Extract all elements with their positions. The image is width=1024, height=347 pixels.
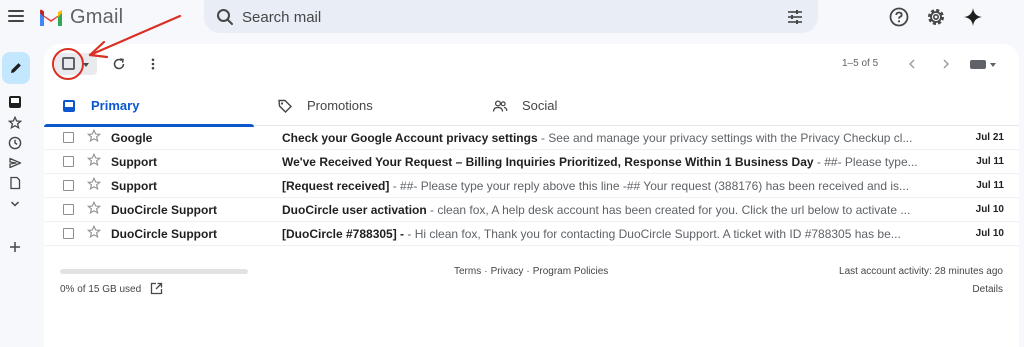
newer-chevron-left-icon[interactable] bbox=[905, 57, 919, 71]
row-checkbox[interactable] bbox=[63, 132, 74, 143]
email-content: We've Received Your Request – Billing In… bbox=[282, 155, 922, 169]
tab-promotions[interactable]: Promotions bbox=[269, 88, 469, 126]
tab-label: Primary bbox=[91, 98, 140, 113]
email-date: Jul 10 bbox=[975, 204, 1004, 215]
email-subject: Check your Google Account privacy settin… bbox=[282, 131, 538, 145]
search-input[interactable] bbox=[242, 6, 762, 28]
category-tabs: Primary Promotions Social bbox=[44, 88, 1019, 127]
email-sender: Support bbox=[111, 179, 157, 193]
keyboard-icon[interactable] bbox=[970, 60, 986, 69]
create-label-plus-icon[interactable] bbox=[7, 239, 23, 255]
search-bar[interactable] bbox=[204, 0, 818, 33]
terms-link[interactable]: Terms bbox=[454, 266, 481, 277]
tab-primary[interactable]: Primary bbox=[44, 88, 254, 127]
star-icon[interactable] bbox=[87, 177, 101, 191]
privacy-link[interactable]: Privacy bbox=[491, 266, 524, 277]
row-checkbox[interactable] bbox=[63, 180, 74, 191]
sent-icon[interactable] bbox=[7, 155, 23, 171]
program-policies-link[interactable]: Program Policies bbox=[533, 266, 609, 277]
email-snippet: - clean fox, A help desk account has bee… bbox=[426, 203, 911, 217]
mail-panel: 1–5 of 5 Primary Promotions Social Googl… bbox=[44, 44, 1019, 347]
row-checkbox[interactable] bbox=[63, 156, 74, 167]
link-separator: · bbox=[526, 266, 530, 277]
people-icon bbox=[492, 100, 508, 112]
star-icon[interactable] bbox=[87, 201, 101, 215]
inbox-tab-icon bbox=[63, 100, 75, 112]
email-date: Jul 11 bbox=[976, 180, 1004, 191]
email-content: [DuoCircle #788305] - - Hi clean fox, Th… bbox=[282, 227, 922, 241]
help-icon[interactable] bbox=[888, 6, 910, 28]
email-content: Check your Google Account privacy settin… bbox=[282, 131, 922, 145]
email-subject: [Request received] bbox=[282, 179, 390, 193]
email-row[interactable]: Support We've Received Your Request – Bi… bbox=[44, 150, 1019, 174]
logo-text: Gmail bbox=[70, 6, 124, 28]
gemini-sparkle-icon[interactable] bbox=[962, 6, 984, 28]
input-tools-caret-icon[interactable] bbox=[990, 63, 996, 67]
email-snippet: - See and manage your privacy settings w… bbox=[537, 131, 913, 145]
more-options-icon[interactable] bbox=[145, 56, 161, 72]
pagination-count: 1–5 of 5 bbox=[842, 58, 879, 69]
email-content: DuoCircle user activation - clean fox, A… bbox=[282, 203, 922, 217]
email-sender: Support bbox=[111, 155, 157, 169]
gmail-m-icon bbox=[40, 9, 62, 26]
email-row[interactable]: Support [Request received] - ##- Please … bbox=[44, 174, 1019, 198]
link-separator: · bbox=[484, 266, 488, 277]
compose-button[interactable] bbox=[2, 52, 30, 84]
storage-usage-text: 0% of 15 GB used bbox=[60, 284, 142, 295]
select-caret-icon[interactable] bbox=[83, 63, 89, 67]
star-icon[interactable] bbox=[87, 129, 101, 143]
email-row[interactable]: DuoCircle Support [DuoCircle #788305] - … bbox=[44, 222, 1019, 246]
email-subject: We've Received Your Request – Billing In… bbox=[282, 155, 814, 169]
email-content: [Request received] - ##- Please type you… bbox=[282, 179, 922, 193]
activity-details-link[interactable]: Details bbox=[972, 284, 1003, 295]
footer-links: Terms · Privacy · Program Policies bbox=[454, 266, 608, 277]
search-icon[interactable] bbox=[216, 8, 234, 26]
tab-label: Promotions bbox=[307, 98, 373, 113]
email-sender: DuoCircle Support bbox=[111, 227, 218, 241]
mail-toolbar: 1–5 of 5 bbox=[44, 44, 1019, 86]
top-bar: Gmail bbox=[0, 0, 1024, 34]
star-icon[interactable] bbox=[87, 225, 101, 239]
select-all-checkbox[interactable] bbox=[62, 57, 75, 70]
email-row[interactable]: Google Check your Google Account privacy… bbox=[44, 126, 1019, 150]
email-subject: DuoCircle user activation bbox=[282, 203, 427, 217]
tag-icon bbox=[278, 99, 292, 113]
search-options-icon[interactable] bbox=[786, 8, 804, 26]
refresh-icon[interactable] bbox=[111, 56, 127, 72]
inbox-icon[interactable] bbox=[7, 94, 23, 110]
tab-social[interactable]: Social bbox=[484, 88, 684, 126]
gmail-logo[interactable]: Gmail bbox=[38, 6, 123, 29]
email-list: Google Check your Google Account privacy… bbox=[44, 126, 1019, 246]
tab-label: Social bbox=[522, 98, 558, 113]
email-date: Jul 10 bbox=[975, 228, 1004, 239]
settings-gear-icon[interactable] bbox=[925, 6, 947, 28]
select-all-dropdown[interactable] bbox=[55, 53, 97, 75]
star-icon[interactable] bbox=[7, 115, 23, 131]
more-chevron-down-icon[interactable] bbox=[7, 196, 23, 212]
email-date: Jul 11 bbox=[976, 156, 1004, 167]
clock-icon[interactable] bbox=[7, 135, 23, 151]
email-row[interactable]: DuoCircle Support DuoCircle user activat… bbox=[44, 198, 1019, 222]
drafts-icon[interactable] bbox=[7, 175, 23, 191]
email-date: Jul 21 bbox=[975, 132, 1004, 143]
last-account-activity: Last account activity: 28 minutes ago bbox=[839, 266, 1003, 277]
email-sender: DuoCircle Support bbox=[111, 203, 218, 217]
row-checkbox[interactable] bbox=[63, 204, 74, 215]
email-subject: [DuoCircle #788305] - bbox=[282, 227, 405, 241]
email-snippet: - ##- Please type your reply above this … bbox=[389, 179, 910, 193]
email-snippet: - ##- Please type... bbox=[813, 155, 918, 169]
older-chevron-right-icon[interactable] bbox=[939, 57, 953, 71]
star-icon[interactable] bbox=[87, 153, 101, 167]
row-checkbox[interactable] bbox=[63, 228, 74, 239]
open-storage-external-icon[interactable] bbox=[150, 282, 163, 295]
storage-usage-bar bbox=[60, 269, 248, 274]
email-snippet: - Hi clean fox, Thank you for contacting… bbox=[404, 227, 901, 241]
main-menu-button[interactable] bbox=[6, 7, 26, 27]
email-sender: Google bbox=[111, 131, 153, 145]
pencil-icon bbox=[11, 63, 21, 73]
